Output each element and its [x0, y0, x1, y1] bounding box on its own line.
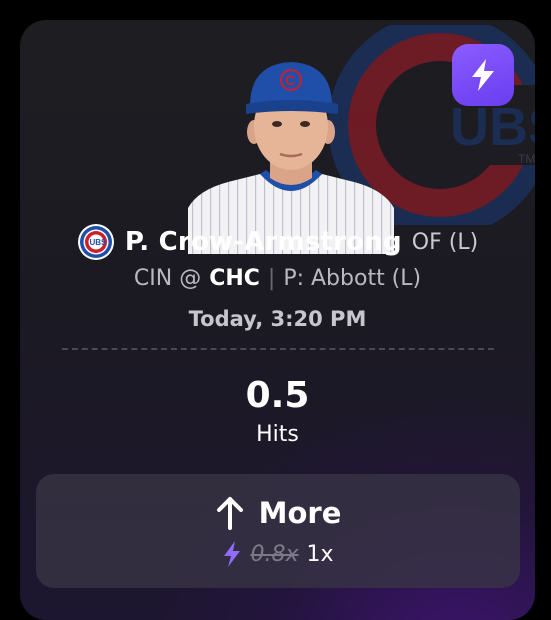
- svg-text:UBS: UBS: [89, 238, 107, 247]
- svg-text:TM: TM: [518, 152, 535, 166]
- svg-text:C: C: [285, 72, 295, 88]
- matchup-row: CIN @ CHC | P: Abbott (L): [20, 266, 535, 291]
- opposing-pitcher: P: Abbott (L): [283, 266, 422, 291]
- game-time: Today, 3:20 PM: [188, 307, 367, 331]
- lightning-bolt-icon: [224, 541, 241, 567]
- multiplier-row: 0.8x 1x: [36, 540, 520, 568]
- away-team: CIN @: [133, 266, 202, 291]
- separator: |: [267, 266, 276, 291]
- lightning-bolt-icon: [472, 59, 494, 91]
- old-multiplier: 0.8x: [250, 541, 299, 567]
- projection-card[interactable]: UBS TM C UBS P. Crow-Armstrong OF (L) CI…: [20, 20, 535, 620]
- cubs-logo-icon: UBS: [77, 224, 114, 260]
- svg-text:UBS: UBS: [450, 97, 535, 157]
- player-position: OF (L): [411, 229, 479, 255]
- boost-badge[interactable]: [452, 44, 514, 106]
- player-name: P. Crow-Armstrong: [124, 227, 402, 257]
- projection-value: 0.5: [245, 375, 310, 416]
- projection-stat: Hits: [256, 422, 299, 447]
- home-team: CHC: [209, 266, 260, 291]
- arrow-up-icon: [216, 497, 243, 530]
- more-label: More: [258, 496, 342, 530]
- player-name-row: UBS P. Crow-Armstrong OF (L): [20, 223, 535, 261]
- more-label-row: More: [36, 496, 520, 530]
- new-multiplier: 1x: [306, 541, 334, 567]
- player-headshot: C: [188, 62, 394, 254]
- more-button[interactable]: More 0.8x 1x: [36, 474, 520, 588]
- dashed-divider: [62, 348, 494, 350]
